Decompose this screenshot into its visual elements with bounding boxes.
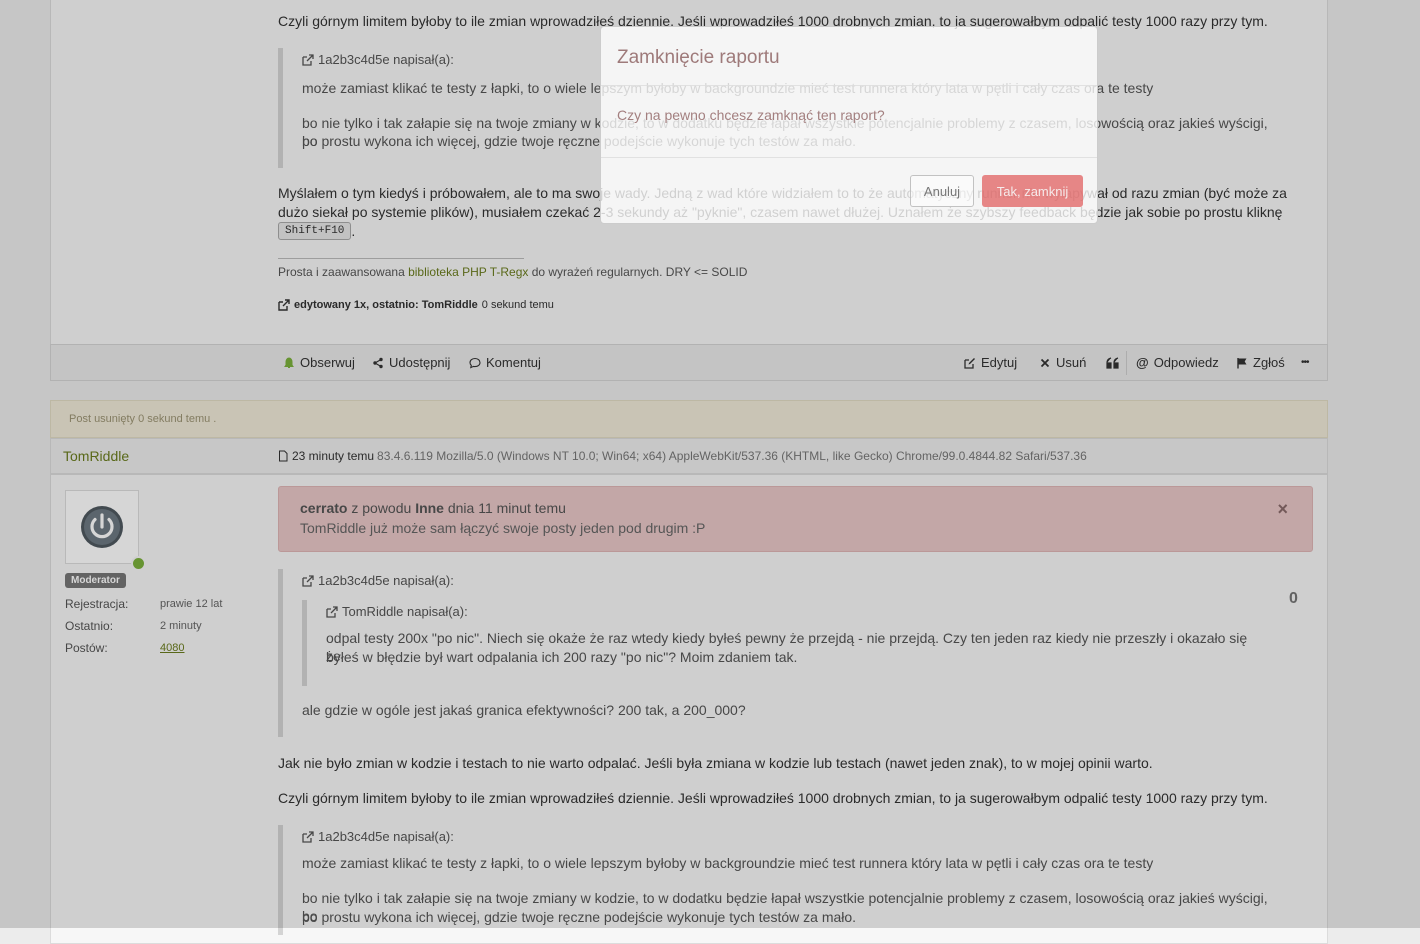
dialog-divider — [601, 157, 1097, 158]
confirm-close-button[interactable]: Tak, zamknij — [982, 175, 1083, 207]
confirm-dialog: Zamknięcie raportu Czy na pewno chcesz z… — [600, 26, 1098, 224]
dialog-body: Czy na pewno chcesz zamknąć ten raport? — [617, 107, 885, 123]
cancel-button[interactable]: Anuluj — [910, 175, 974, 207]
dialog-divider — [601, 85, 1097, 86]
dialog-title: Zamknięcie raportu — [617, 47, 780, 68]
